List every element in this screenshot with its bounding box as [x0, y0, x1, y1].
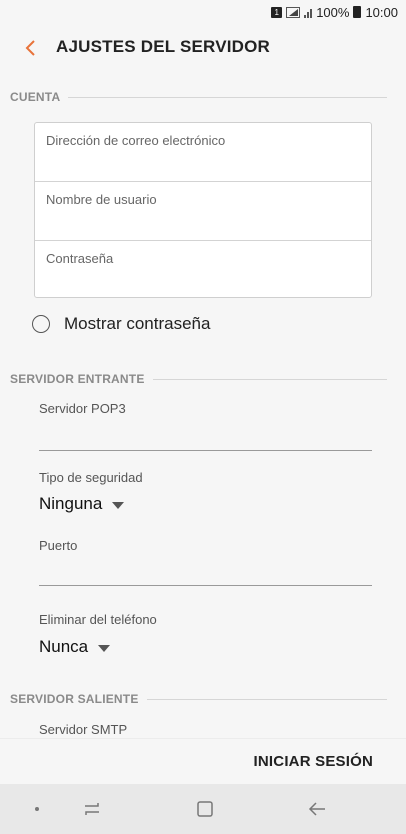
delete-from-phone-value: Nunca	[39, 637, 89, 656]
section-divider	[68, 96, 387, 98]
page-title: AJUSTES DEL SERVIDOR	[56, 37, 271, 56]
battery-icon	[353, 6, 362, 18]
sign-in-button[interactable]: INICIAR SESIÓN	[254, 753, 373, 770]
status-time: 10:00	[365, 4, 398, 20]
bottom-action-bar: INICIAR SESIÓN	[0, 738, 406, 785]
username-field[interactable]: Nombre de usuario	[35, 182, 371, 240]
delete-from-phone-label: Eliminar del teléfono	[39, 612, 157, 627]
recent-apps-icon[interactable]	[81, 798, 103, 820]
account-fields-card: Dirección de correo electrónico Nombre d…	[34, 122, 372, 298]
app-bar: AJUSTES DEL SERVIDOR	[0, 28, 406, 68]
username-field-placeholder: Nombre de usuario	[46, 192, 157, 207]
section-divider	[146, 698, 387, 700]
pop3-server-input[interactable]	[39, 424, 372, 448]
security-type-label: Tipo de seguridad	[39, 470, 143, 485]
signal-secondary-icon	[304, 7, 313, 18]
dropdown-arrow-icon	[98, 644, 111, 652]
show-password-label: Mostrar contraseña	[64, 314, 211, 333]
security-type-value: Ninguna	[39, 494, 103, 513]
home-icon[interactable]	[194, 798, 216, 820]
section-label: SERVIDOR SALIENTE	[10, 692, 139, 706]
email-field[interactable]: Dirección de correo electrónico	[35, 123, 371, 181]
status-bar: 1 100% 10:00	[0, 0, 406, 24]
show-password-radio[interactable]	[32, 315, 50, 333]
section-label: CUENTA	[10, 90, 61, 104]
pop3-server-underline	[39, 450, 372, 451]
section-label: SERVIDOR ENTRANTE	[10, 372, 145, 386]
section-divider	[152, 378, 387, 380]
port-label: Puerto	[39, 538, 78, 553]
pop3-server-label: Servidor POP3	[39, 401, 126, 416]
delete-from-phone-dropdown[interactable]: Nunca	[39, 637, 111, 657]
show-password-option[interactable]: Mostrar contraseña	[32, 314, 210, 334]
dot-icon	[35, 807, 39, 811]
security-type-dropdown[interactable]: Ninguna	[39, 494, 125, 514]
back-arrow-icon[interactable]	[306, 798, 328, 820]
port-input[interactable]	[39, 560, 372, 584]
battery-percent: 100%	[316, 4, 350, 20]
password-field-placeholder: Contraseña	[46, 251, 114, 266]
smtp-server-label: Servidor SMTP	[39, 722, 128, 737]
section-header-incoming: SERVIDOR ENTRANTE	[10, 371, 387, 387]
navigation-bar	[0, 784, 406, 834]
port-underline	[39, 585, 372, 586]
signal-icon	[286, 6, 301, 18]
email-field-placeholder: Dirección de correo electrónico	[46, 133, 226, 148]
chevron-left-icon[interactable]	[20, 36, 44, 60]
section-header-outgoing: SERVIDOR SALIENTE	[10, 691, 387, 707]
section-header-account: CUENTA	[10, 89, 387, 105]
sim-icon: 1	[271, 6, 283, 18]
password-field[interactable]: Contraseña	[35, 241, 371, 299]
dropdown-arrow-icon	[112, 501, 125, 509]
